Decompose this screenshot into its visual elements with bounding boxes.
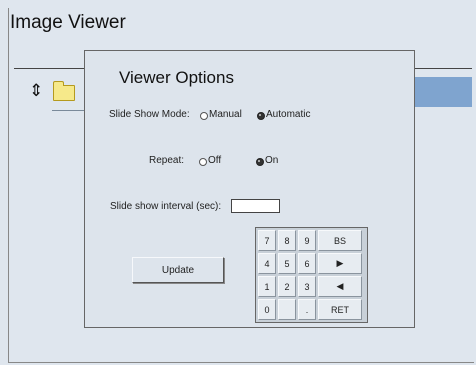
viewer-options-dialog: Viewer Options Slide Show Mode: Manual A… [84, 50, 415, 328]
radio-off[interactable] [199, 158, 207, 166]
update-button[interactable]: Update [132, 257, 224, 283]
key-right-arrow-icon[interactable]: ▶ [318, 253, 362, 274]
numeric-keypad: 7 8 9 BS 4 5 6 ▶ 1 2 3 ◀ 0 . RET [255, 227, 368, 323]
key-blank[interactable] [278, 299, 296, 320]
app-title: Image Viewer [10, 12, 126, 33]
key-5[interactable]: 5 [278, 253, 296, 274]
interval-input[interactable] [231, 199, 280, 213]
slide-show-mode-label: Slide Show Mode: [109, 109, 190, 120]
folder-underline [52, 110, 84, 111]
radio-off-label[interactable]: Off [208, 155, 221, 166]
sort-updown-icon[interactable]: ⇕ [29, 83, 43, 100]
radio-on[interactable] [256, 158, 264, 166]
key-decimal[interactable]: . [298, 299, 316, 320]
repeat-label: Repeat: [149, 155, 185, 166]
interval-label: Slide show interval (sec): [110, 201, 222, 212]
key-return[interactable]: RET [318, 299, 362, 320]
radio-automatic-label[interactable]: Automatic [266, 109, 310, 120]
radio-on-label[interactable]: On [265, 155, 278, 166]
key-9[interactable]: 9 [298, 230, 316, 251]
key-4[interactable]: 4 [258, 253, 276, 274]
key-7[interactable]: 7 [258, 230, 276, 251]
selected-list-row[interactable] [415, 77, 472, 107]
radio-automatic[interactable] [257, 112, 265, 120]
key-8[interactable]: 8 [278, 230, 296, 251]
key-left-arrow-icon[interactable]: ◀ [318, 276, 362, 297]
dialog-title: Viewer Options [119, 68, 234, 87]
folder-icon[interactable] [53, 81, 75, 101]
key-3[interactable]: 3 [298, 276, 316, 297]
key-backspace[interactable]: BS [318, 230, 362, 251]
key-0[interactable]: 0 [258, 299, 276, 320]
key-2[interactable]: 2 [278, 276, 296, 297]
key-1[interactable]: 1 [258, 276, 276, 297]
key-6[interactable]: 6 [298, 253, 316, 274]
radio-manual[interactable] [200, 112, 208, 120]
radio-manual-label[interactable]: Manual [209, 109, 242, 120]
title-divider-right [414, 68, 472, 69]
title-divider-left [14, 68, 86, 69]
